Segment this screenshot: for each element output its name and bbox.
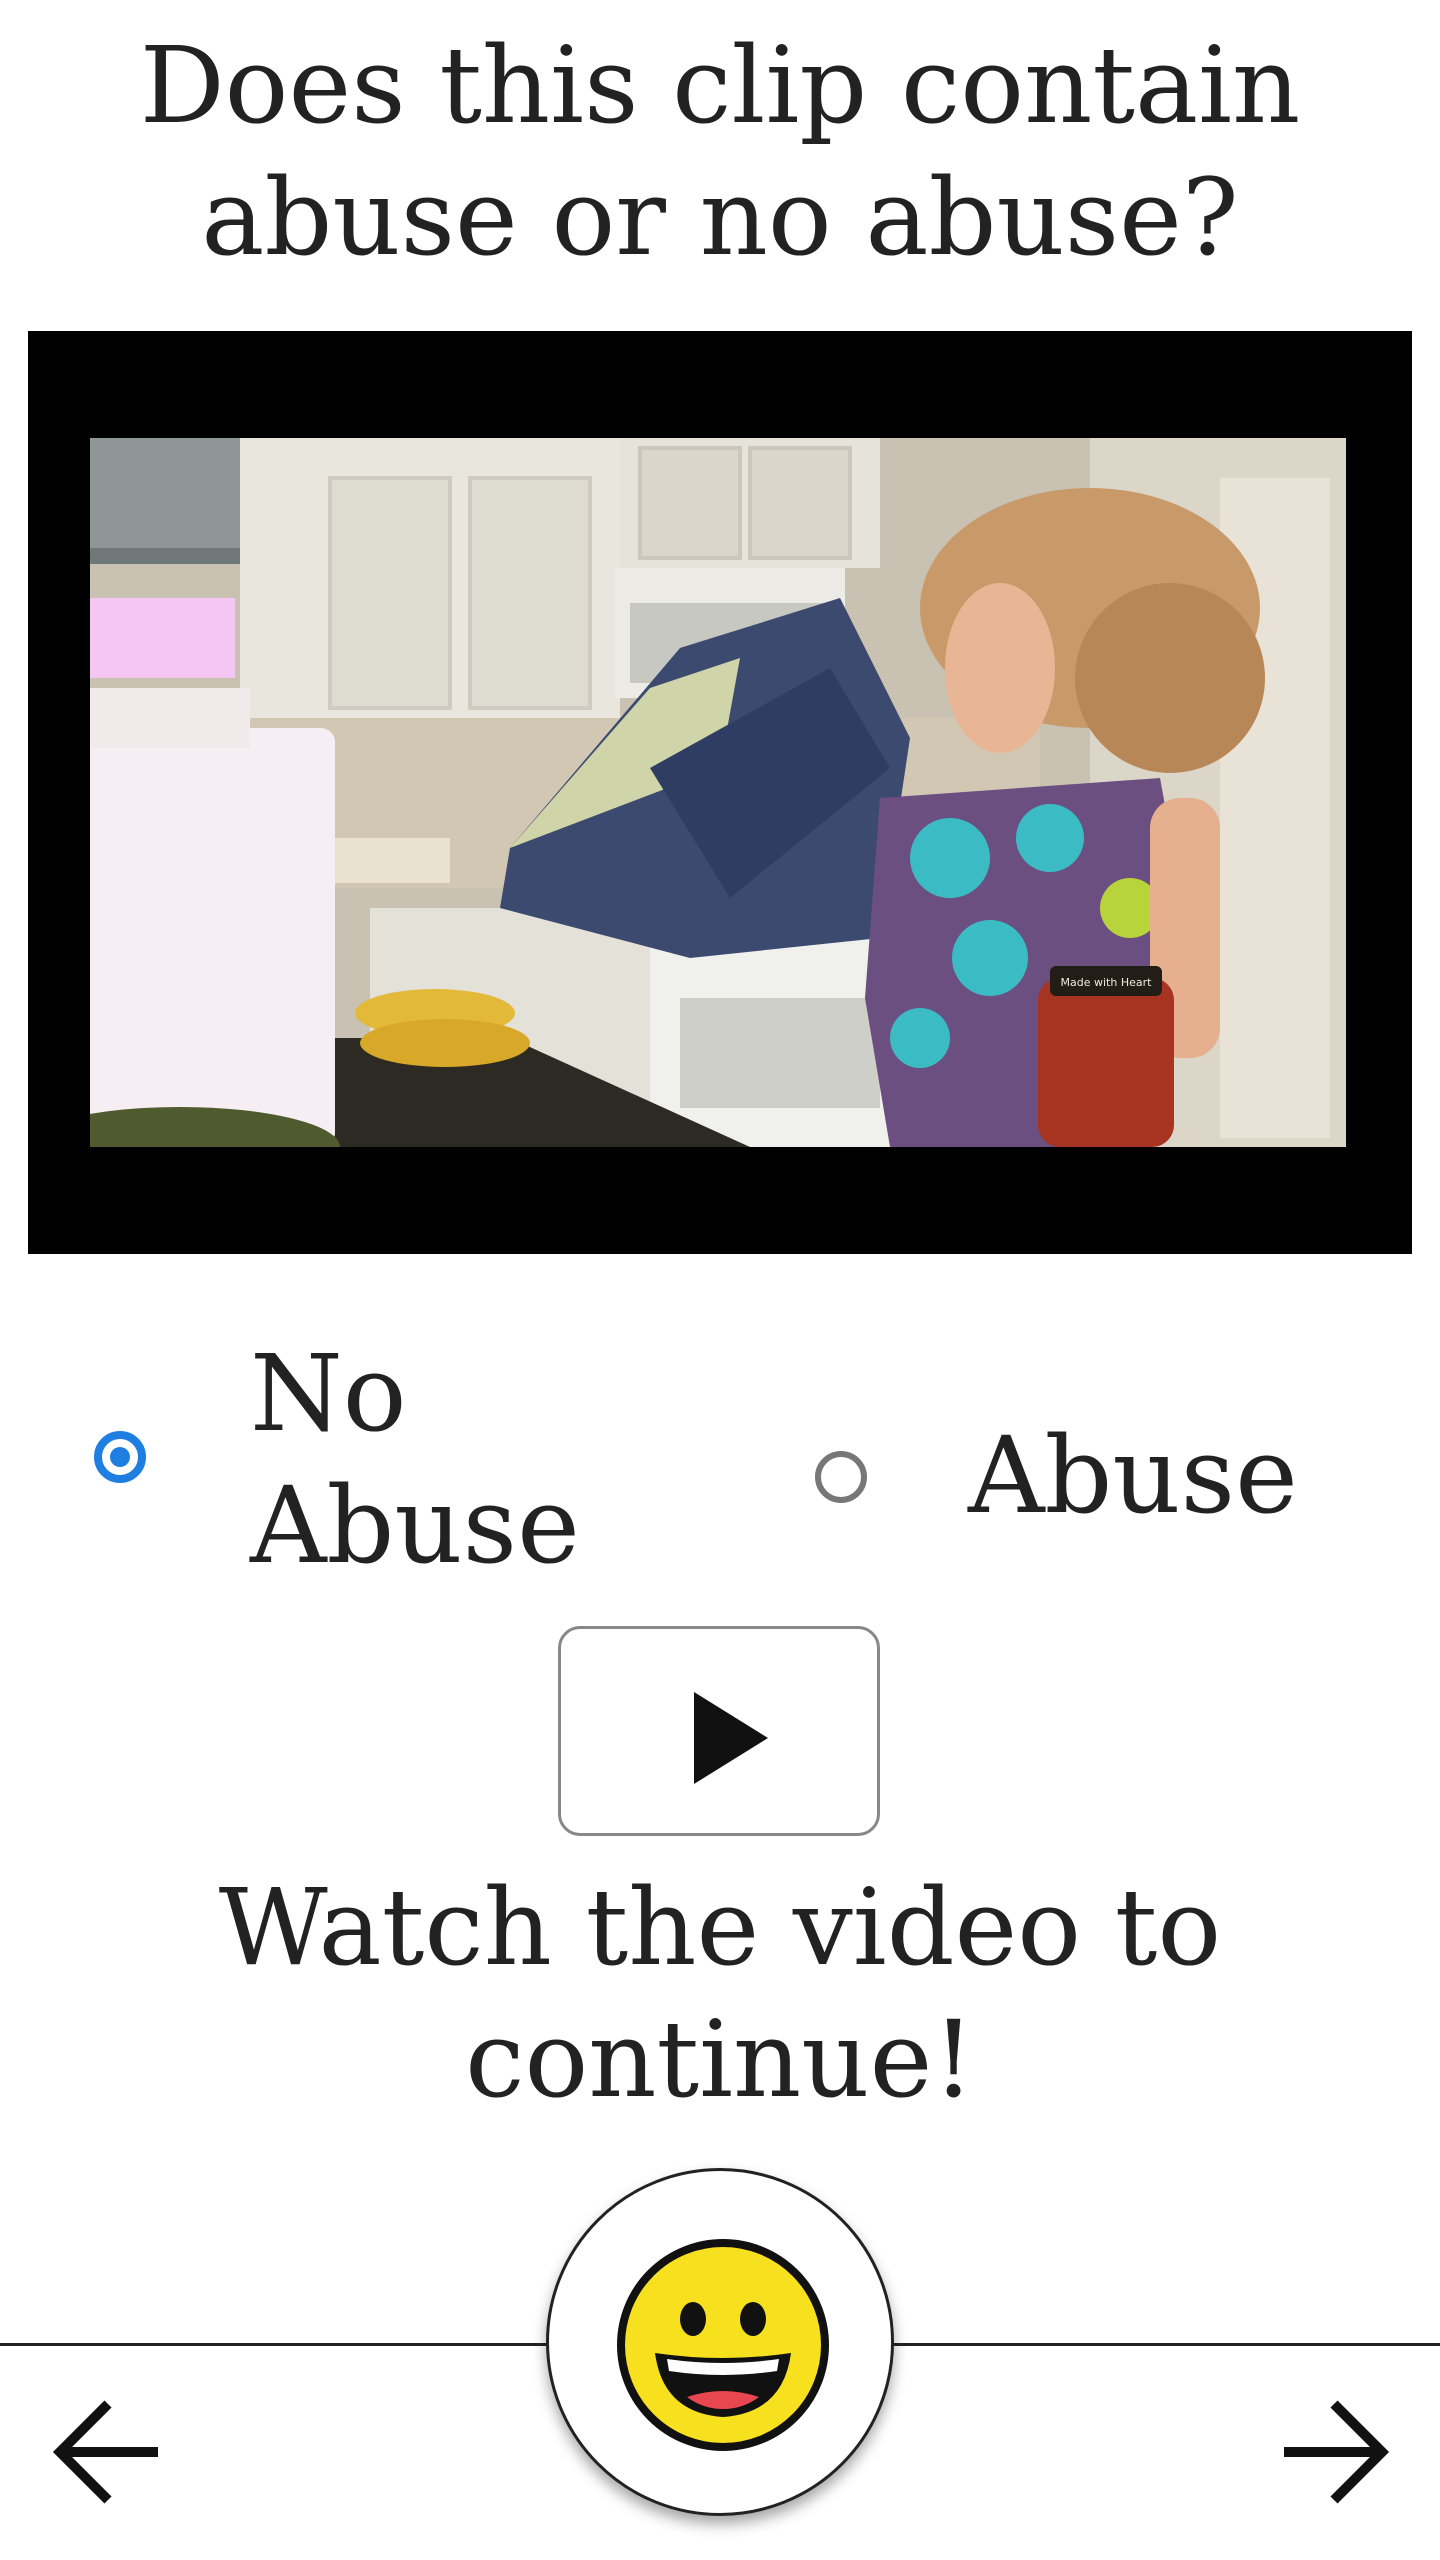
question-line-1: Does this clip contain bbox=[139, 24, 1301, 147]
play-button[interactable] bbox=[558, 1626, 880, 1836]
answer-options: No Abuse Abuse bbox=[0, 1320, 1440, 1587]
option-no-abuse[interactable]: No Abuse bbox=[90, 1320, 590, 1587]
video-frame-image: Made with Heart bbox=[90, 438, 1346, 1147]
grinning-face-icon bbox=[617, 2239, 829, 2451]
option-no-abuse-line-1: No bbox=[250, 1332, 407, 1455]
option-abuse-label: Abuse bbox=[968, 1414, 1298, 1537]
jar-label: Made with Heart bbox=[1061, 976, 1153, 989]
mascot-button[interactable] bbox=[546, 2168, 894, 2516]
arrow-right-icon[interactable] bbox=[1272, 2392, 1392, 2512]
watch-message-line-2: continue! bbox=[465, 1998, 975, 2121]
play-icon bbox=[694, 1692, 768, 1784]
option-abuse[interactable]: Abuse bbox=[800, 1380, 1320, 1537]
question-title: Does this clip contain abuse or no abuse… bbox=[0, 20, 1440, 284]
watch-message-line-1: Watch the video to bbox=[218, 1866, 1222, 1989]
option-no-abuse-label: No Abuse bbox=[250, 1328, 580, 1592]
radio-no-abuse-selected[interactable] bbox=[94, 1431, 146, 1483]
option-no-abuse-line-2: Abuse bbox=[250, 1464, 580, 1587]
watch-video-message: Watch the video to continue! bbox=[0, 1862, 1440, 2126]
arrow-left-icon[interactable] bbox=[50, 2392, 170, 2512]
video-player[interactable]: Made with Heart bbox=[28, 331, 1412, 1254]
radio-abuse-unselected[interactable] bbox=[815, 1451, 867, 1503]
question-line-2: abuse or no abuse? bbox=[201, 156, 1239, 279]
